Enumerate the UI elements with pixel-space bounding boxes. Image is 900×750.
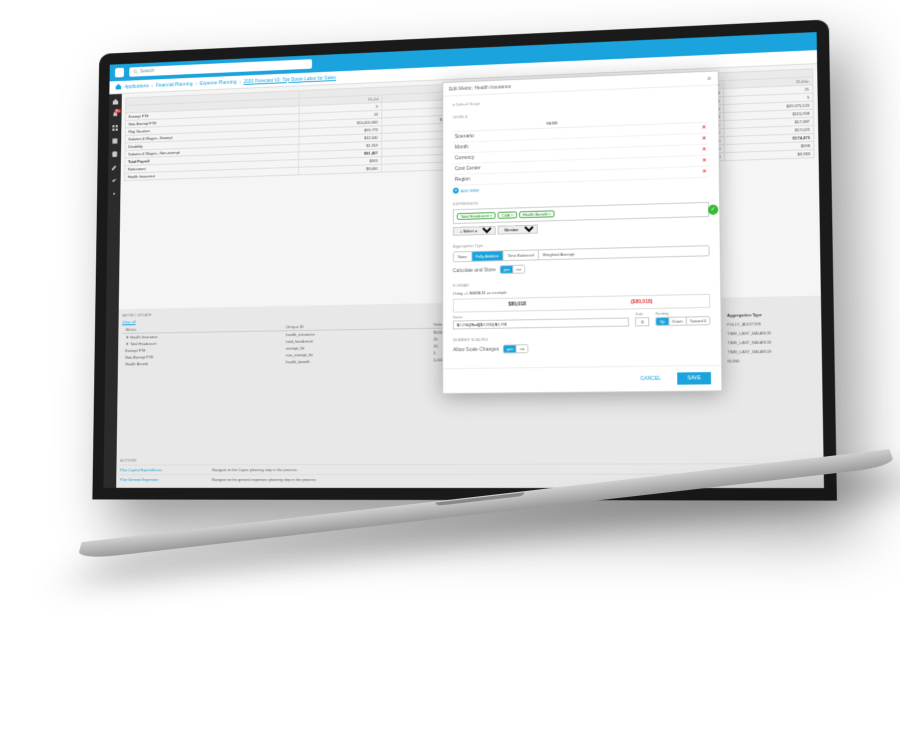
grid-cell[interactable]: $8,000 [299, 164, 381, 174]
metric-name[interactable]: Health Benefit [122, 358, 283, 367]
home-icon[interactable] [115, 82, 122, 92]
allow-no[interactable]: no [517, 345, 527, 352]
sidebar-item-settings[interactable] [110, 190, 117, 198]
cancel-button[interactable]: CANCEL [630, 373, 671, 386]
plus-icon: + [453, 188, 459, 194]
crumb-0[interactable]: Applications [125, 83, 149, 90]
round-toward-zero[interactable]: Toward 0 [687, 317, 710, 324]
chip-op[interactable]: C&A × [498, 211, 517, 218]
crumb-2[interactable]: Expense Planning [200, 79, 237, 86]
calc-yes[interactable]: yes [501, 266, 514, 273]
calc-store-toggle[interactable]: yes no [500, 265, 525, 274]
search-placeholder: Search [140, 68, 154, 74]
scale-label: Scale [635, 312, 649, 316]
sidebar-item-apps[interactable] [111, 124, 118, 132]
sidebar-item-home[interactable] [112, 98, 119, 106]
sidebar-item-data[interactable] [111, 150, 118, 158]
app-logo [115, 68, 124, 78]
scale-input[interactable] [635, 317, 649, 326]
expression-member-select[interactable]: Member [498, 225, 538, 235]
crumb-1[interactable]: Financial Planning [156, 81, 193, 88]
round-up[interactable]: Up [657, 318, 669, 325]
chip-headcount[interactable]: Total Headcount × [457, 212, 496, 220]
default-scope-toggle[interactable]: ▸ Default Scope [453, 92, 708, 107]
action-link[interactable]: Plan Capital Expenditures [120, 467, 203, 472]
valid-check-icon: ✓ [708, 204, 718, 214]
rounding-toggle[interactable]: Up Down Toward 0 [656, 316, 711, 326]
action-link[interactable]: Plan General Expenses [120, 477, 203, 482]
sidebar-item-reports[interactable] [111, 137, 118, 145]
format-positive: $80,018 [508, 301, 526, 307]
search-icon [133, 69, 138, 75]
sidebar-item-edit[interactable] [111, 163, 118, 171]
grid-cell[interactable]: $9,983 [724, 150, 814, 161]
allow-scale-label: Allow Scale Changes [453, 346, 499, 353]
chip-benefit[interactable]: Health Benefit × [519, 210, 555, 218]
save-button[interactable]: SAVE [677, 372, 711, 385]
round-down[interactable]: Down [669, 317, 687, 324]
modal-title: Edit Metric: Health Insurance [449, 84, 511, 92]
sidebar-item-check[interactable] [111, 177, 118, 185]
crumb-3[interactable]: 2020 Forecast V2: Top Down Labor for Sal… [244, 75, 337, 85]
sidebar-item-notifications[interactable]: 99+ [112, 111, 119, 119]
agg-none[interactable]: None [454, 252, 472, 261]
format-preview: $80,018 ($80,018) [453, 294, 710, 313]
allow-yes[interactable]: yes [504, 345, 517, 352]
close-icon[interactable]: × [707, 74, 712, 83]
actions-title: ACTIONS [120, 456, 819, 463]
agg-type-toggle[interactable]: None Fully Additive Time Balanced Weight… [453, 245, 710, 262]
edit-metric-modal: Edit Metric: Health Insurance × ▸ Defaul… [442, 70, 722, 394]
format-string-input[interactable] [453, 317, 630, 329]
number-scaling-label: NUMBER SCALING [453, 333, 711, 342]
chip-remove-icon: × [490, 213, 492, 218]
calc-no[interactable]: no [514, 266, 524, 273]
agg-weighted-avg[interactable]: Weighted Average [539, 249, 579, 259]
expression-type-select[interactable]: + Select a [453, 226, 496, 236]
calc-store-label: Calculate and Store [453, 267, 496, 274]
agg-fully-additive[interactable]: Fully Additive [472, 251, 504, 261]
add-new-level[interactable]: +ADD NEW [453, 187, 479, 194]
delete-level-icon[interactable]: ✕ [654, 166, 709, 179]
format-negative: ($80,018) [631, 299, 653, 305]
allow-scale-toggle[interactable]: yes no [503, 344, 528, 353]
agg-time-balanced[interactable]: Time Balanced [504, 250, 539, 260]
